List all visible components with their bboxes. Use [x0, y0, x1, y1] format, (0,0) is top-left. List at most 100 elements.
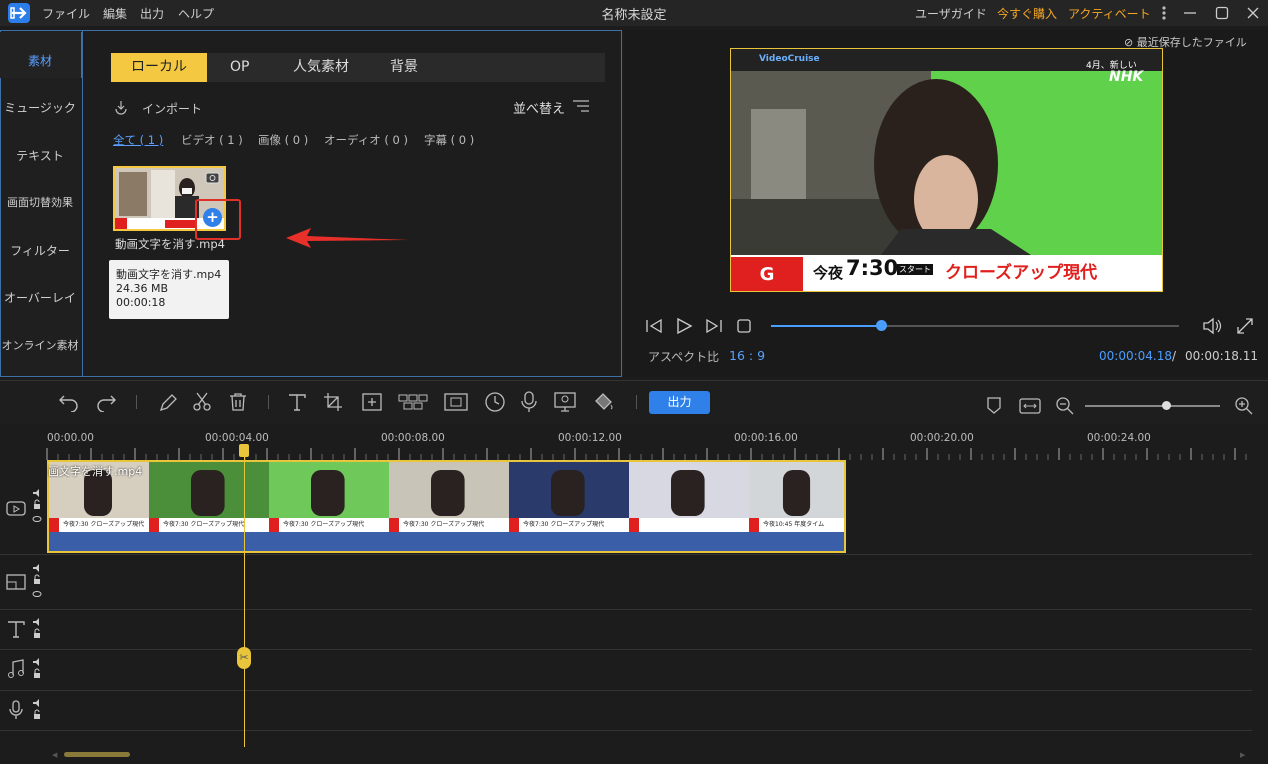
- zoom-out-icon[interactable]: [1055, 396, 1075, 416]
- clip-frame-caption: 今夜10:45 年度タイム: [763, 521, 825, 528]
- sidebar-item-text[interactable]: テキスト: [0, 147, 80, 164]
- music-track-controls-icon[interactable]: [32, 657, 42, 687]
- import-icon[interactable]: [113, 99, 131, 115]
- clip-label: 画文字を消す.mp4: [48, 465, 143, 478]
- buy-now-link[interactable]: 今すぐ購入: [997, 5, 1057, 22]
- tab-local[interactable]: ローカル: [111, 53, 207, 82]
- clip-frame: 今夜7:30 クローズアップ現代: [269, 462, 389, 532]
- clip-frame: [629, 462, 749, 532]
- track-divider: [0, 649, 1252, 650]
- video-track-mute-icon[interactable]: [32, 488, 42, 528]
- filter-video[interactable]: ビデオ ( 1 ): [181, 132, 243, 148]
- next-frame-icon[interactable]: [705, 318, 723, 334]
- track-divider: [0, 554, 1252, 555]
- playhead-handle[interactable]: [239, 444, 249, 457]
- paint-bucket-icon[interactable]: [593, 392, 615, 412]
- speed-icon[interactable]: [484, 391, 506, 413]
- marker-icon[interactable]: [986, 396, 1002, 414]
- sort-icon[interactable]: [572, 99, 590, 113]
- track-divider: [0, 730, 1252, 731]
- volume-icon[interactable]: [1202, 317, 1222, 335]
- zoom-slider-track[interactable]: [1085, 405, 1220, 407]
- sidebar-item-online-material[interactable]: オンライン素材: [0, 337, 80, 353]
- filter-all[interactable]: 全て ( 1 ): [113, 132, 163, 148]
- video-caption-program: クローズアップ現代: [945, 263, 1098, 283]
- minimize-icon[interactable]: [1183, 6, 1197, 20]
- track-divider: [0, 690, 1252, 691]
- ruler-tick-label: 00:00:20.00: [910, 432, 974, 444]
- more-icon[interactable]: [1159, 4, 1169, 22]
- split-scissors-icon[interactable]: ✂: [237, 647, 251, 669]
- screen-record-icon[interactable]: [553, 391, 577, 413]
- sidebar-item-filter[interactable]: フィルター: [0, 242, 80, 259]
- fit-timeline-icon[interactable]: [1019, 397, 1041, 415]
- tab-background[interactable]: 背景: [390, 53, 418, 82]
- time-separator: /: [1172, 349, 1177, 363]
- voice-track-controls-icon[interactable]: [32, 698, 42, 728]
- text-icon[interactable]: [287, 392, 307, 412]
- clip-frame-caption: 今夜7:30 クローズアップ現代: [523, 521, 605, 528]
- stop-icon[interactable]: [737, 319, 751, 333]
- sidebar-item-music[interactable]: ミュージック: [0, 99, 80, 116]
- sidebar-item-transitions[interactable]: 画面切替効果: [0, 194, 80, 210]
- playback-progress-handle[interactable]: [876, 320, 887, 331]
- freeze-frame-icon[interactable]: [444, 392, 468, 412]
- crop-icon[interactable]: [323, 392, 343, 412]
- video-preview[interactable]: VideoCruise NHK 4月、新しい G 今夜 7:30 スタート クロ…: [730, 48, 1163, 292]
- redo-icon[interactable]: [95, 392, 117, 412]
- preview-icon[interactable]: [205, 171, 220, 184]
- video-caption-tonight: 今夜: [813, 264, 844, 282]
- edit-pencil-icon[interactable]: [158, 393, 178, 413]
- cut-icon[interactable]: [192, 392, 212, 412]
- zoom-slider-handle[interactable]: [1162, 401, 1171, 410]
- user-guide-link[interactable]: ユーザガイド: [915, 5, 987, 22]
- tooltip-duration: 00:00:18: [116, 296, 166, 309]
- aspect-ratio-select[interactable]: 16 : 9: [729, 348, 765, 363]
- close-icon[interactable]: [1246, 6, 1260, 20]
- tab-popular[interactable]: 人気素材: [293, 53, 349, 82]
- mosaic-icon[interactable]: [398, 392, 428, 412]
- maximize-icon[interactable]: [1215, 6, 1229, 20]
- activate-link[interactable]: アクティベート: [1068, 5, 1151, 22]
- clip-frame-caption: 今夜7:30 クローズアップ現代: [63, 521, 145, 528]
- scroll-left-icon[interactable]: ◀: [52, 751, 57, 759]
- clip-frame-caption: 今夜7:30 クローズアップ現代: [403, 521, 485, 528]
- sidebar-item-material[interactable]: 素材: [0, 52, 80, 69]
- sort-button[interactable]: 並べ替え: [513, 98, 565, 117]
- clip-frame-caption: 今夜7:30 クローズアップ現代: [283, 521, 365, 528]
- filter-audio[interactable]: オーディオ ( 0 ): [324, 132, 408, 148]
- video-clip[interactable]: 今夜7:30 クローズアップ現代 今夜7:30 クローズアップ現代 今夜7:30 ク…: [47, 460, 846, 553]
- tab-op[interactable]: OP: [230, 53, 249, 82]
- ruler-tick-label: 00:00:12.00: [558, 432, 622, 444]
- zoom-region-icon[interactable]: [361, 392, 383, 412]
- import-button[interactable]: インポート: [142, 100, 202, 117]
- filter-image[interactable]: 画像 ( 0 ): [258, 132, 308, 148]
- zoom-in-icon[interactable]: [1234, 396, 1254, 416]
- microphone-icon[interactable]: [521, 391, 537, 413]
- fullscreen-icon[interactable]: [1236, 317, 1254, 335]
- playhead[interactable]: [244, 445, 245, 747]
- prev-frame-icon[interactable]: [645, 318, 663, 334]
- filter-subtitle[interactable]: 字幕 ( 0 ): [424, 132, 474, 148]
- export-button[interactable]: 出力: [649, 391, 710, 414]
- video-caption-g: G: [731, 257, 803, 291]
- video-nhk: NHK: [1109, 69, 1144, 85]
- text-track-controls-icon[interactable]: [32, 617, 42, 647]
- play-icon[interactable]: [675, 317, 693, 335]
- ruler-tick-label: 00:00:08.00: [381, 432, 445, 444]
- delete-icon[interactable]: [228, 392, 248, 412]
- media-file-name: 動画文字を消す.mp4: [115, 237, 225, 251]
- undo-icon[interactable]: [58, 392, 80, 412]
- sidebar-item-overlay[interactable]: オーバーレイ: [0, 289, 80, 306]
- ruler-tick-label: 00:00:24.00: [1087, 432, 1151, 444]
- video-caption-time: 7:30: [846, 256, 899, 280]
- music-track-icon: [6, 659, 26, 679]
- timeline-horizontal-scrollbar[interactable]: [64, 752, 130, 757]
- video-brand: VideoCruise: [759, 54, 820, 64]
- video-caption-start: スタート: [897, 264, 933, 275]
- overlay-track-controls-icon[interactable]: [32, 563, 42, 603]
- edit-toolbar: [0, 380, 1268, 424]
- scroll-right-icon[interactable]: ▶: [1240, 751, 1245, 759]
- add-to-timeline-button[interactable]: +: [203, 208, 222, 227]
- clip-frame: 今夜10:45 年度タイム: [749, 462, 844, 532]
